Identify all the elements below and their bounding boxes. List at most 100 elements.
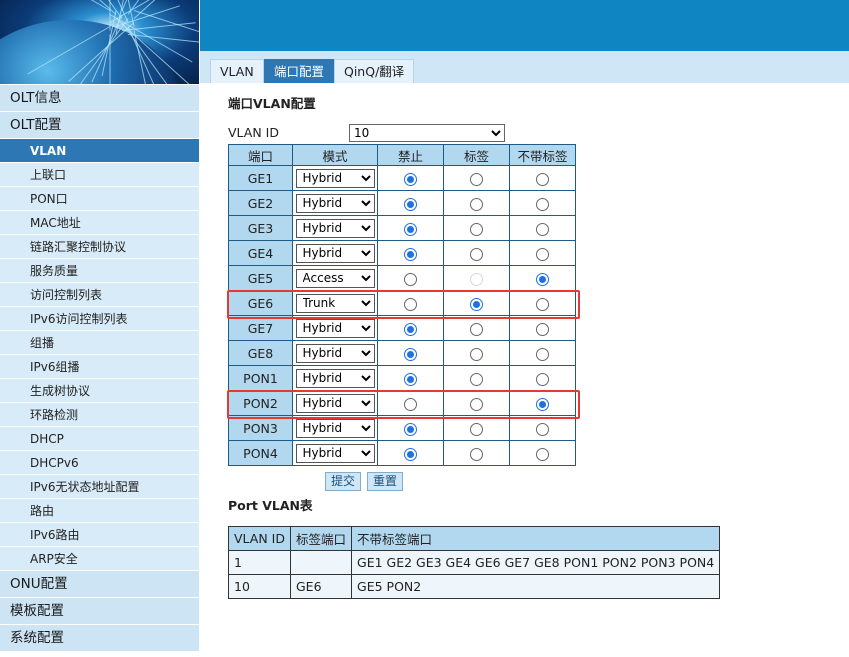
table-row: GE6 Trunk <box>228 290 576 316</box>
radio-untag[interactable] <box>536 397 549 411</box>
sidebar-item[interactable]: 生成树协议 <box>0 379 199 403</box>
radio-cell <box>509 440 576 466</box>
radio-cell <box>443 215 510 241</box>
tab-1[interactable]: 端口配置 <box>264 59 335 83</box>
sidebar-item[interactable]: 路由 <box>0 499 199 523</box>
sidebar-item[interactable]: 模板配置 <box>0 598 199 625</box>
mode-select[interactable]: Hybrid <box>295 193 375 213</box>
mode-select[interactable]: Access <box>295 268 375 288</box>
sidebar-item[interactable]: OLT配置 <box>0 112 199 139</box>
radio-untag[interactable] <box>536 172 549 186</box>
sidebar-item[interactable]: IPv6组播 <box>0 355 199 379</box>
radio-forbid[interactable] <box>404 447 417 461</box>
port-name: GE2 <box>228 190 293 216</box>
sidebar-item[interactable]: MAC地址 <box>0 211 199 235</box>
pv-column-header: VLAN ID <box>228 526 291 551</box>
sidebar-item[interactable]: DHCP <box>0 427 199 451</box>
radio-tag[interactable] <box>470 247 483 261</box>
radio-untag[interactable] <box>536 197 549 211</box>
sidebar-item[interactable]: 组播 <box>0 331 199 355</box>
radio-tag[interactable] <box>470 422 483 436</box>
vlan-id-row: VLAN ID 10 <box>228 124 508 142</box>
sidebar-item[interactable]: VLAN <box>0 139 199 163</box>
mode-select[interactable]: Hybrid <box>295 343 375 363</box>
radio-cell <box>443 390 510 416</box>
radio-untag[interactable] <box>536 447 549 461</box>
radio-cell <box>509 340 576 366</box>
radio-cell <box>377 190 444 216</box>
radio-cell <box>443 190 510 216</box>
vlan-id-select[interactable]: 10 <box>349 124 505 142</box>
sidebar-item[interactable]: IPv6无状态地址配置 <box>0 475 199 499</box>
radio-forbid[interactable] <box>404 172 417 186</box>
radio-forbid[interactable] <box>404 372 417 386</box>
radio-forbid[interactable] <box>404 197 417 211</box>
radio-forbid[interactable] <box>404 422 417 436</box>
radio-untag[interactable] <box>536 222 549 236</box>
pv-cell <box>289 550 353 575</box>
mode-select[interactable]: Hybrid <box>295 418 375 438</box>
pv-row: 10 GE6 GE5 PON2 <box>228 574 721 599</box>
reset-button[interactable]: 重置 <box>367 472 404 491</box>
mode-select[interactable]: Hybrid <box>295 443 375 463</box>
mode-select[interactable]: Hybrid <box>295 168 375 188</box>
radio-forbid[interactable] <box>404 272 417 286</box>
radio-tag[interactable] <box>470 197 483 211</box>
radio-untag[interactable] <box>536 422 549 436</box>
mode-select[interactable]: Hybrid <box>295 218 375 238</box>
radio-untag[interactable] <box>536 297 549 311</box>
radio-tag[interactable] <box>470 172 483 186</box>
sidebar-item[interactable]: OLT信息 <box>0 85 199 112</box>
tab-0[interactable]: VLAN <box>210 59 264 83</box>
radio-tag[interactable] <box>470 447 483 461</box>
submit-button[interactable]: 提交 <box>325 472 362 491</box>
mode-select[interactable]: Hybrid <box>295 318 375 338</box>
radio-untag[interactable] <box>536 347 549 361</box>
tab-2[interactable]: QinQ/翻译 <box>334 59 415 83</box>
radio-cell <box>443 340 510 366</box>
sidebar-item[interactable]: ONU配置 <box>0 571 199 598</box>
sidebar-item[interactable]: 链路汇聚控制协议 <box>0 235 199 259</box>
sidebar-item[interactable]: 系统配置 <box>0 625 199 652</box>
radio-forbid[interactable] <box>404 397 417 411</box>
radio-untag[interactable] <box>536 272 549 286</box>
mode-cell: Access <box>292 265 378 291</box>
sidebar-item[interactable]: PON口 <box>0 187 199 211</box>
radio-tag[interactable] <box>470 347 483 361</box>
radio-tag[interactable] <box>470 322 483 336</box>
radio-forbid[interactable] <box>404 322 417 336</box>
radio-cell <box>377 390 444 416</box>
sidebar-item[interactable]: 环路检测 <box>0 403 199 427</box>
mode-select[interactable]: Hybrid <box>295 368 375 388</box>
radio-forbid[interactable] <box>404 247 417 261</box>
mode-cell: Hybrid <box>292 415 378 441</box>
column-header: 模式 <box>292 144 378 166</box>
mode-cell: Hybrid <box>292 365 378 391</box>
radio-forbid[interactable] <box>404 347 417 361</box>
sidebar-item[interactable]: 访问控制列表 <box>0 283 199 307</box>
sidebar-item[interactable]: IPv6路由 <box>0 523 199 547</box>
radio-untag[interactable] <box>536 322 549 336</box>
sidebar-item[interactable]: 服务质量 <box>0 259 199 283</box>
sidebar-item[interactable]: ARP安全 <box>0 547 199 571</box>
radio-forbid[interactable] <box>404 297 417 311</box>
radio-cell <box>443 365 510 391</box>
radio-tag[interactable] <box>470 297 483 311</box>
radio-untag[interactable] <box>536 247 549 261</box>
radio-cell <box>509 365 576 391</box>
sidebar-item[interactable]: 上联口 <box>0 163 199 187</box>
mode-select[interactable]: Hybrid <box>295 243 375 263</box>
radio-forbid[interactable] <box>404 222 417 236</box>
radio-cell <box>509 240 576 266</box>
radio-tag[interactable] <box>470 397 483 411</box>
sidebar-item[interactable]: IPv6访问控制列表 <box>0 307 199 331</box>
radio-tag[interactable] <box>470 372 483 386</box>
mode-select[interactable]: Hybrid <box>295 393 375 413</box>
pv-cell: GE1 GE2 GE3 GE4 GE6 GE7 GE8 PON1 PON2 PO… <box>351 550 721 575</box>
sidebar-item[interactable]: DHCPv6 <box>0 451 199 475</box>
mode-select[interactable]: Trunk <box>295 293 375 313</box>
radio-untag[interactable] <box>536 372 549 386</box>
port-name: GE8 <box>228 340 293 366</box>
radio-tag[interactable] <box>470 222 483 236</box>
table-row: GE3 Hybrid <box>228 215 576 241</box>
